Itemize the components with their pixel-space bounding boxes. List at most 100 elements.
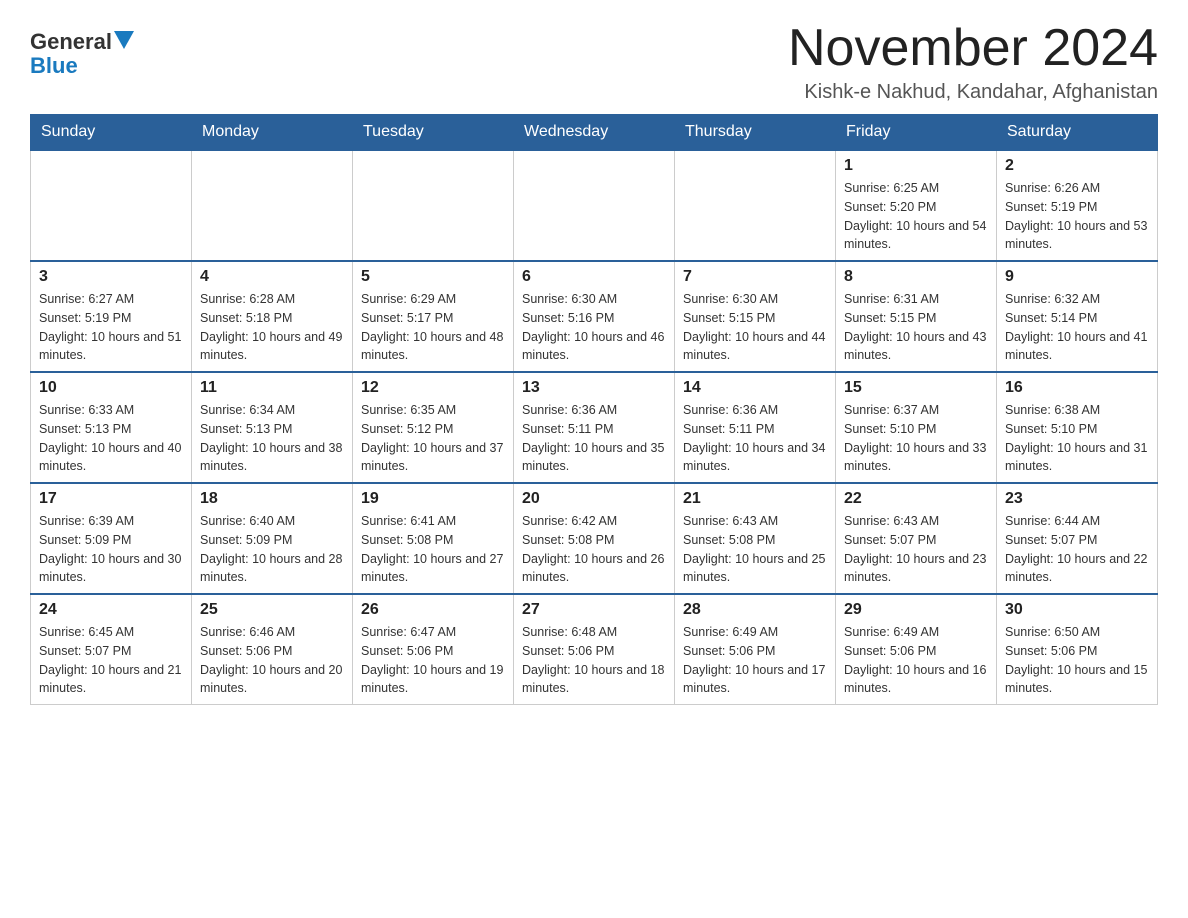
day-info: Sunrise: 6:43 AMSunset: 5:08 PMDaylight:… bbox=[683, 512, 827, 587]
day-number: 15 bbox=[844, 379, 988, 397]
day-number: 3 bbox=[39, 268, 183, 286]
calendar-header-friday: Friday bbox=[836, 115, 997, 151]
day-info: Sunrise: 6:43 AMSunset: 5:07 PMDaylight:… bbox=[844, 512, 988, 587]
calendar-cell bbox=[675, 150, 836, 261]
page-header: General Blue November 2024 Kishk-e Nakhu… bbox=[30, 20, 1158, 104]
calendar-cell: 4Sunrise: 6:28 AMSunset: 5:18 PMDaylight… bbox=[192, 261, 353, 372]
day-info: Sunrise: 6:27 AMSunset: 5:19 PMDaylight:… bbox=[39, 290, 183, 365]
day-number: 28 bbox=[683, 601, 827, 619]
calendar-cell: 18 Sunrise: 6:40 AMSunset: 5:09 PMDayligh… bbox=[192, 483, 353, 594]
day-number: 11 bbox=[200, 379, 344, 397]
calendar-cell bbox=[192, 150, 353, 261]
calendar-cell: 16 Sunrise: 6:38 AMSunset: 5:10 PMDayligh… bbox=[997, 372, 1158, 483]
day-number: 19 bbox=[361, 490, 505, 508]
calendar-cell: 7Sunrise: 6:30 AMSunset: 5:15 PMDaylight… bbox=[675, 261, 836, 372]
day-info: Sunrise: 6:36 AMSunset: 5:11 PMDaylight:… bbox=[522, 401, 666, 476]
day-number: 2 bbox=[1005, 157, 1149, 175]
location-title: Kishk-e Nakhud, Kandahar, Afghanistan bbox=[788, 81, 1158, 104]
day-number: 20 bbox=[522, 490, 666, 508]
calendar-header-row: SundayMondayTuesdayWednesdayThursdayFrid… bbox=[31, 115, 1158, 151]
day-info: Sunrise: 6:38 AMSunset: 5:10 PMDaylight:… bbox=[1005, 401, 1149, 476]
title-section: November 2024 Kishk-e Nakhud, Kandahar, … bbox=[788, 20, 1158, 104]
logo-blue-text: Blue bbox=[30, 53, 78, 78]
day-info: Sunrise: 6:47 AMSunset: 5:06 PMDaylight:… bbox=[361, 623, 505, 698]
calendar-cell: 26Sunrise: 6:47 AMSunset: 5:06 PMDayligh… bbox=[353, 594, 514, 705]
logo-general-text: General bbox=[30, 30, 112, 54]
day-info: Sunrise: 6:37 AMSunset: 5:10 PMDaylight:… bbox=[844, 401, 988, 476]
week-row-5: 24 Sunrise: 6:45 AMSunset: 5:07 PMDayligh… bbox=[31, 594, 1158, 705]
day-info: Sunrise: 6:50 AMSunset: 5:06 PMDaylight:… bbox=[1005, 623, 1149, 698]
day-number: 16 bbox=[1005, 379, 1149, 397]
calendar-cell: 20 Sunrise: 6:42 AMSunset: 5:08 PMDayligh… bbox=[514, 483, 675, 594]
calendar-cell bbox=[31, 150, 192, 261]
day-info: Sunrise: 6:32 AMSunset: 5:14 PMDaylight:… bbox=[1005, 290, 1149, 365]
day-number: 4 bbox=[200, 268, 344, 286]
calendar-cell: 21 Sunrise: 6:43 AMSunset: 5:08 PMDayligh… bbox=[675, 483, 836, 594]
week-row-1: 1 Sunrise: 6:25 AMSunset: 5:20 PMDaylight… bbox=[31, 150, 1158, 261]
day-number: 27 bbox=[522, 601, 666, 619]
day-number: 14 bbox=[683, 379, 827, 397]
calendar-cell: 2 Sunrise: 6:26 AMSunset: 5:19 PMDaylight… bbox=[997, 150, 1158, 261]
day-info: Sunrise: 6:39 AMSunset: 5:09 PMDaylight:… bbox=[39, 512, 183, 587]
calendar-cell: 22 Sunrise: 6:43 AMSunset: 5:07 PMDayligh… bbox=[836, 483, 997, 594]
day-info: Sunrise: 6:35 AMSunset: 5:12 PMDaylight:… bbox=[361, 401, 505, 476]
calendar-cell: 3 Sunrise: 6:27 AMSunset: 5:19 PMDaylight… bbox=[31, 261, 192, 372]
day-info: Sunrise: 6:25 AMSunset: 5:20 PMDaylight:… bbox=[844, 179, 988, 254]
day-info: Sunrise: 6:41 AMSunset: 5:08 PMDaylight:… bbox=[361, 512, 505, 587]
day-number: 29 bbox=[844, 601, 988, 619]
calendar-cell: 27Sunrise: 6:48 AMSunset: 5:06 PMDayligh… bbox=[514, 594, 675, 705]
calendar-cell: 25Sunrise: 6:46 AMSunset: 5:06 PMDayligh… bbox=[192, 594, 353, 705]
calendar-cell: 19 Sunrise: 6:41 AMSunset: 5:08 PMDayligh… bbox=[353, 483, 514, 594]
day-info: Sunrise: 6:45 AMSunset: 5:07 PMDaylight:… bbox=[39, 623, 183, 698]
day-number: 5 bbox=[361, 268, 505, 286]
day-number: 12 bbox=[361, 379, 505, 397]
day-number: 1 bbox=[844, 157, 988, 175]
day-info: Sunrise: 6:26 AMSunset: 5:19 PMDaylight:… bbox=[1005, 179, 1149, 254]
calendar-cell bbox=[353, 150, 514, 261]
day-info: Sunrise: 6:30 AMSunset: 5:16 PMDaylight:… bbox=[522, 290, 666, 365]
day-info: Sunrise: 6:36 AMSunset: 5:11 PMDaylight:… bbox=[683, 401, 827, 476]
day-info: Sunrise: 6:49 AMSunset: 5:06 PMDaylight:… bbox=[683, 623, 827, 698]
day-info: Sunrise: 6:40 AMSunset: 5:09 PMDaylight:… bbox=[200, 512, 344, 587]
day-info: Sunrise: 6:46 AMSunset: 5:06 PMDaylight:… bbox=[200, 623, 344, 698]
month-title: November 2024 bbox=[788, 20, 1158, 77]
calendar-header-saturday: Saturday bbox=[997, 115, 1158, 151]
day-number: 18 bbox=[200, 490, 344, 508]
calendar-header-sunday: Sunday bbox=[31, 115, 192, 151]
day-number: 23 bbox=[1005, 490, 1149, 508]
day-number: 24 bbox=[39, 601, 183, 619]
week-row-3: 10Sunrise: 6:33 AMSunset: 5:13 PMDayligh… bbox=[31, 372, 1158, 483]
calendar-table: SundayMondayTuesdayWednesdayThursdayFrid… bbox=[30, 114, 1158, 705]
day-number: 30 bbox=[1005, 601, 1149, 619]
calendar-header-thursday: Thursday bbox=[675, 115, 836, 151]
day-number: 8 bbox=[844, 268, 988, 286]
day-info: Sunrise: 6:44 AMSunset: 5:07 PMDaylight:… bbox=[1005, 512, 1149, 587]
calendar-cell: 10Sunrise: 6:33 AMSunset: 5:13 PMDayligh… bbox=[31, 372, 192, 483]
day-number: 21 bbox=[683, 490, 827, 508]
day-number: 6 bbox=[522, 268, 666, 286]
calendar-cell: 29Sunrise: 6:49 AMSunset: 5:06 PMDayligh… bbox=[836, 594, 997, 705]
day-info: Sunrise: 6:42 AMSunset: 5:08 PMDaylight:… bbox=[522, 512, 666, 587]
calendar-cell: 14 Sunrise: 6:36 AMSunset: 5:11 PMDayligh… bbox=[675, 372, 836, 483]
calendar-cell: 23 Sunrise: 6:44 AMSunset: 5:07 PMDayligh… bbox=[997, 483, 1158, 594]
calendar-cell: 5 Sunrise: 6:29 AMSunset: 5:17 PMDaylight… bbox=[353, 261, 514, 372]
calendar-header-monday: Monday bbox=[192, 115, 353, 151]
calendar-cell: 24 Sunrise: 6:45 AMSunset: 5:07 PMDayligh… bbox=[31, 594, 192, 705]
week-row-2: 3 Sunrise: 6:27 AMSunset: 5:19 PMDaylight… bbox=[31, 261, 1158, 372]
day-info: Sunrise: 6:29 AMSunset: 5:17 PMDaylight:… bbox=[361, 290, 505, 365]
calendar-cell: 1 Sunrise: 6:25 AMSunset: 5:20 PMDaylight… bbox=[836, 150, 997, 261]
calendar-cell: 8 Sunrise: 6:31 AMSunset: 5:15 PMDaylight… bbox=[836, 261, 997, 372]
day-info: Sunrise: 6:33 AMSunset: 5:13 PMDaylight:… bbox=[39, 401, 183, 476]
calendar-cell: 28 Sunrise: 6:49 AMSunset: 5:06 PMDayligh… bbox=[675, 594, 836, 705]
day-info: Sunrise: 6:31 AMSunset: 5:15 PMDaylight:… bbox=[844, 290, 988, 365]
logo-triangle-icon bbox=[114, 31, 134, 51]
day-number: 7 bbox=[683, 268, 827, 286]
calendar-cell: 11Sunrise: 6:34 AMSunset: 5:13 PMDayligh… bbox=[192, 372, 353, 483]
day-number: 17 bbox=[39, 490, 183, 508]
day-number: 22 bbox=[844, 490, 988, 508]
calendar-cell: 12 Sunrise: 6:35 AMSunset: 5:12 PMDayligh… bbox=[353, 372, 514, 483]
calendar-cell: 15 Sunrise: 6:37 AMSunset: 5:10 PMDayligh… bbox=[836, 372, 997, 483]
day-number: 13 bbox=[522, 379, 666, 397]
calendar-header-tuesday: Tuesday bbox=[353, 115, 514, 151]
calendar-header-wednesday: Wednesday bbox=[514, 115, 675, 151]
